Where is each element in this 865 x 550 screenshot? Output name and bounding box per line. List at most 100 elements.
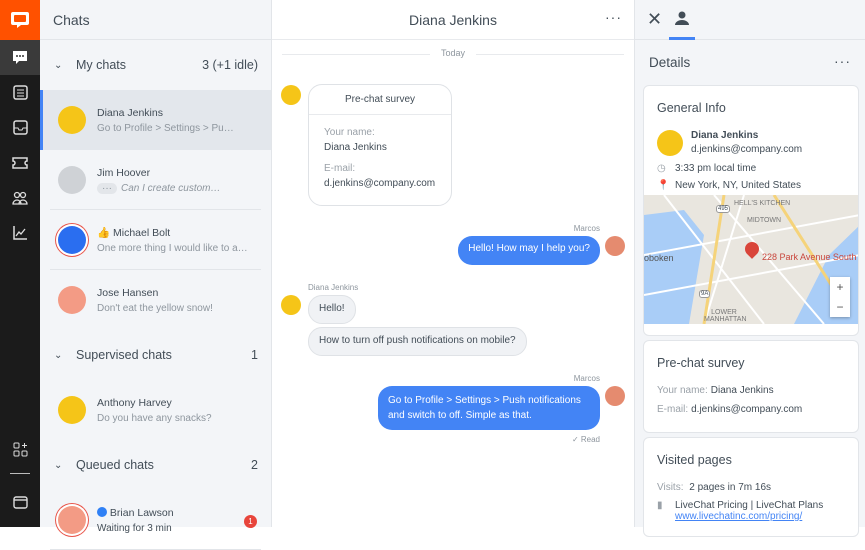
- chat-preview: Can I create custom…: [121, 182, 221, 194]
- survey-name-label: Your name:: [657, 385, 708, 396]
- map-label: oboken: [644, 253, 674, 263]
- chat-item-anthony-harvey[interactable]: Anthony Harvey Do you have any snacks?: [40, 380, 271, 440]
- pre-chat-survey-card: Pre-chat survey Your name: Diana Jenkins…: [308, 84, 452, 206]
- section-supervised-chats[interactable]: ⌄ Supervised chats 1: [40, 330, 271, 380]
- page-title: LiveChat Pricing | LiveChat Plans: [675, 500, 824, 511]
- details-title: Details: [649, 55, 691, 70]
- chat-name: Brian Lawson: [109, 506, 174, 519]
- messenger-icon: [97, 506, 107, 517]
- chat-name: Jim Hoover: [97, 166, 151, 179]
- survey-name: Diana Jenkins: [324, 142, 387, 153]
- more-options-icon[interactable]: ···: [834, 53, 851, 69]
- chat-item-brian-lawson[interactable]: Brian Lawson Waiting for 3 min 1: [40, 490, 271, 550]
- section-my-chats[interactable]: ⌄ My chats 3 (+1 idle): [40, 40, 271, 90]
- page-url-link[interactable]: www.livechatinc.com/pricing/: [644, 511, 858, 522]
- map-label: HELL'S KITCHEN: [734, 200, 791, 207]
- chats-icon[interactable]: [0, 40, 40, 75]
- avatar: [281, 85, 301, 105]
- customer-name: Diana Jenkins: [691, 130, 759, 141]
- section-label: Supervised chats: [76, 348, 172, 362]
- card-title: General Info: [657, 101, 726, 115]
- map-label: LOWER MANHATTAN: [704, 309, 747, 323]
- map-zoom-out-button[interactable]: −: [830, 297, 850, 317]
- section-count: 2: [251, 458, 258, 472]
- survey-name-label: Your name:: [324, 127, 375, 138]
- survey-name: Diana Jenkins: [710, 385, 774, 396]
- map-label: 495: [716, 205, 731, 213]
- unread-badge: 1: [244, 515, 257, 528]
- avatar: [605, 236, 625, 256]
- message-author: Marcos: [573, 374, 600, 383]
- chat-preview: Waiting for 3 min: [97, 522, 172, 534]
- general-info-card: General Info Diana Jenkins d.jenkins@comp…: [643, 85, 859, 336]
- message-bubble: Go to Profile > Settings > Push notifica…: [378, 386, 600, 430]
- map-label: MIDTOWN: [747, 217, 782, 224]
- location-map[interactable]: HELL'S KITCHEN MIDTOWN oboken LOWER MANH…: [644, 195, 858, 324]
- avatar: [58, 166, 86, 194]
- tickets-icon[interactable]: [0, 145, 40, 180]
- chat-name: Michael Bolt: [113, 227, 171, 239]
- map-label: 9A: [699, 290, 711, 298]
- avatar: [58, 396, 86, 424]
- billing-icon[interactable]: [0, 485, 40, 520]
- chat-name: Jose Hansen: [97, 286, 159, 299]
- chat-preview: Go to Profile > Settings > Pu…: [97, 122, 234, 134]
- section-label: Queued chats: [76, 458, 154, 472]
- list-icon[interactable]: [0, 75, 40, 110]
- visits-label: Visits:: [657, 482, 684, 493]
- avatar: [58, 226, 86, 254]
- pre-chat-survey-card: Pre-chat survey Your name: Diana Jenkins …: [643, 340, 859, 433]
- chat-item-diana-jenkins[interactable]: Diana Jenkins Go to Profile > Settings > …: [40, 90, 271, 150]
- user-icon: [675, 11, 689, 25]
- chats-title: Chats: [40, 0, 271, 40]
- chevron-down-icon: ⌄: [54, 349, 63, 361]
- visits-value: 2 pages in 7m 16s: [689, 482, 771, 493]
- message-author: Marcos: [573, 224, 600, 233]
- location: New York, NY, United States: [675, 180, 801, 191]
- apps-icon[interactable]: [0, 432, 40, 467]
- survey-email-label: E-mail:: [657, 404, 689, 415]
- avatar: [58, 286, 86, 314]
- avatar: [58, 506, 86, 534]
- chevron-down-icon: ⌄: [54, 459, 63, 471]
- section-queued-chats[interactable]: ⌄ Queued chats 2: [40, 440, 271, 490]
- visited-pages-card: Visited pages Visits: 2 pages in 7m 16s …: [643, 437, 859, 537]
- customer-email: d.jenkins@company.com: [691, 144, 803, 155]
- chat-name: Anthony Harvey: [97, 396, 172, 409]
- message-bubble: Hello!: [308, 295, 356, 324]
- read-status: Read: [580, 435, 600, 444]
- map-zoom-in-button[interactable]: +: [830, 277, 850, 297]
- inbox-icon[interactable]: [0, 110, 40, 145]
- more-options-icon[interactable]: ···: [605, 9, 622, 25]
- chat-item-jose-hansen[interactable]: Jose Hansen Don't eat the yellow snow!: [40, 270, 271, 330]
- section-count: 3 (+1 idle): [202, 58, 258, 72]
- check-icon: ✓: [571, 435, 579, 444]
- reports-icon[interactable]: [0, 215, 40, 250]
- section-count: 1: [251, 348, 258, 362]
- avatar: [657, 130, 683, 156]
- date-divider: Today: [272, 48, 634, 58]
- card-title: Visited pages: [657, 453, 732, 467]
- avatar: [281, 295, 301, 315]
- avatar: [605, 386, 625, 406]
- chat-preview: One more thing I would like to a…: [97, 243, 248, 254]
- chat-title: Diana Jenkins: [272, 0, 634, 40]
- chat-preview: Don't eat the yellow snow!: [97, 302, 213, 314]
- avatar: [58, 106, 86, 134]
- survey-email: d.jenkins@company.com: [691, 404, 803, 415]
- survey-email-label: E-mail:: [324, 163, 356, 174]
- livechat-logo-icon[interactable]: [0, 0, 40, 40]
- rail-divider: [10, 473, 30, 474]
- local-time: 3:33 pm local time: [675, 163, 757, 174]
- survey-email: d.jenkins@company.com: [324, 178, 436, 189]
- chat-item-michael-bolt[interactable]: 👍 Michael Bolt One more thing I would lik…: [40, 210, 271, 270]
- customers-icon[interactable]: [0, 180, 40, 215]
- app-rail: [0, 0, 40, 527]
- chat-panel: Diana Jenkins ··· Today Pre-chat survey …: [272, 0, 634, 527]
- map-pin-label: 228 Park Avenue South: [762, 252, 857, 262]
- thumbs-up-icon: 👍: [97, 227, 111, 239]
- tab-customer-details[interactable]: [669, 0, 695, 40]
- chat-item-jim-hoover[interactable]: Jim Hoover ··· Can I create custom…: [40, 150, 271, 210]
- section-label: My chats: [76, 58, 127, 72]
- close-icon[interactable]: ✕: [647, 9, 662, 30]
